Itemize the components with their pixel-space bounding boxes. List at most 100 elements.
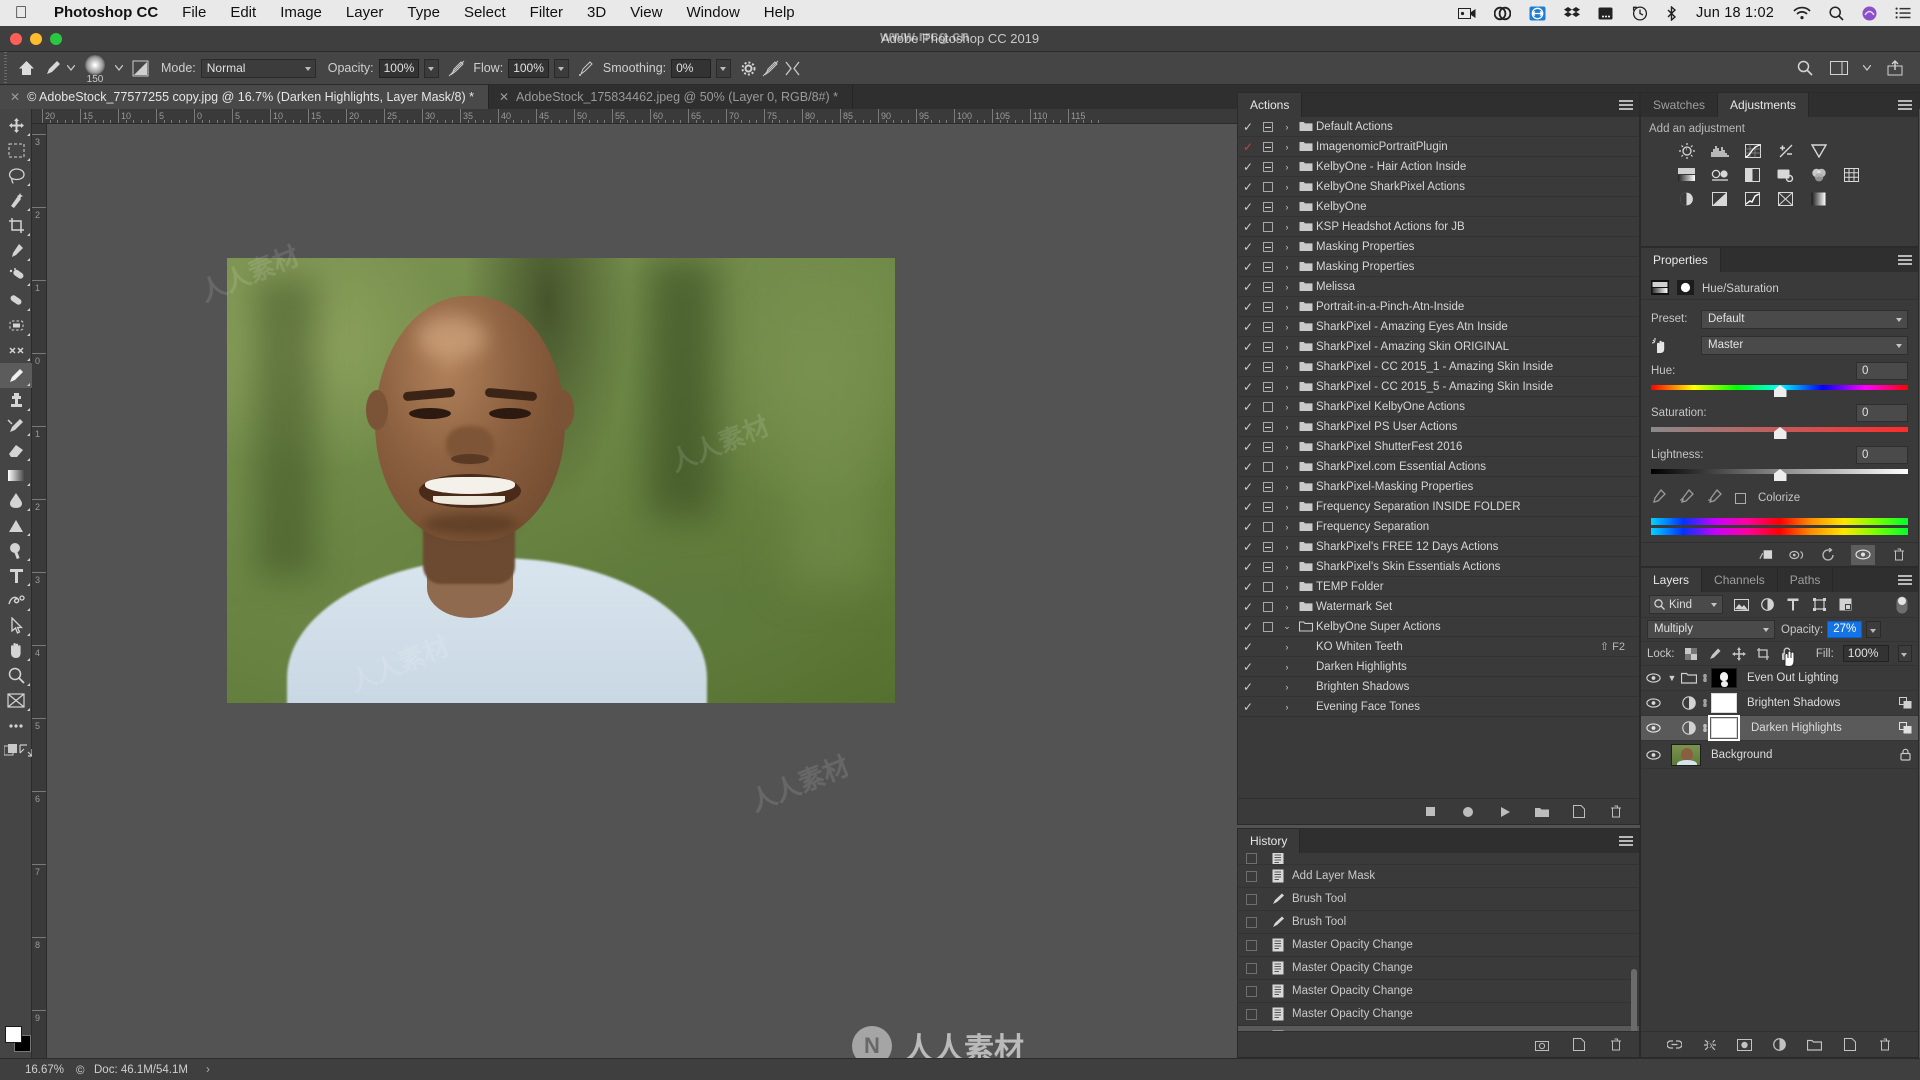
tab-layers[interactable]: Layers	[1641, 568, 1703, 592]
chevron-down-icon[interactable]: ⌄	[1278, 621, 1296, 632]
pressure-size-icon[interactable]	[759, 57, 781, 79]
close-tab-icon[interactable]: ✕	[499, 85, 509, 109]
view-previous-state-icon[interactable]	[1789, 547, 1804, 562]
layer-visibility-icon[interactable]	[1641, 723, 1665, 733]
action-dialog-toggle[interactable]	[1258, 421, 1278, 432]
lock-position-icon[interactable]	[1732, 646, 1747, 662]
levels-icon[interactable]	[1710, 143, 1729, 160]
action-dialog-toggle[interactable]	[1258, 441, 1278, 452]
patch-tool[interactable]	[0, 288, 32, 313]
edit-toolbar-icon[interactable]	[0, 713, 32, 738]
quick-mask-icon[interactable]	[4, 742, 19, 758]
layer-thumbnail[interactable]	[1671, 743, 1701, 766]
action-enable-checkbox[interactable]: ✓	[1238, 680, 1258, 694]
mode-select[interactable]: Normal	[200, 58, 316, 78]
search-icon[interactable]	[1794, 57, 1816, 79]
filter-type-icon[interactable]	[1785, 597, 1801, 613]
actions-row[interactable]: ✓ › Portrait-in-a-Pinch-Atn-Inside	[1238, 297, 1639, 317]
chevron-right-icon[interactable]: ›	[1278, 262, 1296, 272]
tab-actions[interactable]: Actions	[1238, 93, 1303, 117]
close-tab-icon[interactable]: ✕	[10, 85, 20, 109]
clone-source-tool[interactable]	[0, 338, 32, 363]
filter-kind-select[interactable]: Kind	[1649, 595, 1723, 614]
arrows-toggle-icon[interactable]	[1520, 0, 1555, 26]
layer-mask-icon[interactable]	[1677, 279, 1694, 298]
pressure-opacity-icon[interactable]	[445, 57, 467, 79]
action-dialog-toggle[interactable]	[1258, 301, 1278, 312]
new-fill-adjustment-icon[interactable]	[1772, 1037, 1788, 1053]
actions-row[interactable]: ✓ › Default Actions	[1238, 117, 1639, 137]
action-enable-checkbox[interactable]: ✓	[1238, 380, 1258, 394]
history-row[interactable]: Master Opacity Change	[1238, 934, 1639, 957]
action-enable-checkbox[interactable]: ✓	[1238, 440, 1258, 454]
menu-file[interactable]: File	[170, 0, 218, 26]
chevron-right-icon[interactable]: ›	[1278, 302, 1296, 312]
action-enable-checkbox[interactable]: ✓	[1238, 580, 1258, 594]
actions-row[interactable]: ✓ › SharkPixel - CC 2015_5 - Amazing Skin …	[1238, 377, 1639, 397]
action-dialog-toggle[interactable]	[1258, 541, 1278, 552]
new-set-icon[interactable]	[1534, 804, 1549, 819]
actions-row[interactable]: ✓ › SharkPixel - CC 2015_1 - Amazing Skin …	[1238, 357, 1639, 377]
action-dialog-toggle[interactable]	[1258, 501, 1278, 512]
move-tool[interactable]	[0, 113, 32, 138]
filter-shape-icon[interactable]	[1811, 597, 1827, 613]
layer-visibility-icon[interactable]	[1641, 749, 1665, 760]
exposure-icon[interactable]	[1776, 143, 1795, 160]
history-row[interactable]: Master Opacity Change	[1238, 1003, 1639, 1026]
history-row[interactable]: Master Opacity Change	[1238, 957, 1639, 980]
action-enable-checkbox[interactable]: ✓	[1238, 620, 1258, 634]
actions-row[interactable]: ✓ › TEMP Folder	[1238, 577, 1639, 597]
vertical-ruler[interactable]: 3 2 1 0 1 2 3 4 5 6 7 8 9	[32, 124, 47, 1058]
actions-row[interactable]: ✓ › SharkPixel - Amazing Eyes Atn Inside	[1238, 317, 1639, 337]
brush-size-chevron-down-icon[interactable]	[113, 57, 125, 79]
siri-icon[interactable]	[1853, 0, 1886, 26]
brush-preset-chevron-down-icon[interactable]	[65, 57, 77, 79]
group-expand-chevron-down-icon[interactable]: ▼	[1665, 673, 1679, 683]
toggle-visibility-icon[interactable]	[1851, 544, 1875, 565]
action-enable-checkbox[interactable]: ✓	[1238, 660, 1258, 674]
reset-icon[interactable]	[1820, 547, 1835, 562]
flow-input[interactable]: 100%	[508, 58, 549, 78]
filter-toggle-icon[interactable]	[1894, 596, 1910, 613]
chevron-right-icon[interactable]: ›	[1278, 322, 1296, 332]
lock-all-icon[interactable]	[1780, 646, 1795, 662]
actions-row[interactable]: ✓ › SharkPixel ShutterFest 2016	[1238, 437, 1639, 457]
lock-image-icon[interactable]	[1708, 646, 1723, 662]
eyedropper-tool[interactable]	[0, 238, 32, 263]
curves-icon[interactable]	[1743, 143, 1762, 160]
menu-help[interactable]: Help	[752, 0, 807, 26]
airbrush-icon[interactable]	[575, 57, 597, 79]
flow-control[interactable]: Flow: 100%	[467, 52, 575, 85]
actions-row[interactable]: ✓ › KelbyOne - Hair Action Inside	[1238, 157, 1639, 177]
mask-link-icon[interactable]	[1699, 722, 1711, 734]
gradient-tool[interactable]	[0, 463, 32, 488]
delete-icon[interactable]	[1608, 804, 1623, 819]
chevron-right-icon[interactable]: ›	[1278, 562, 1296, 572]
document-image[interactable]	[227, 258, 895, 703]
stop-icon[interactable]	[1423, 804, 1438, 819]
action-enable-checkbox[interactable]: ✓	[1238, 500, 1258, 514]
action-enable-checkbox[interactable]: ✓	[1238, 460, 1258, 474]
chevron-right-icon[interactable]: ›	[1278, 362, 1296, 372]
menu-image[interactable]: Image	[268, 0, 334, 26]
action-dialog-toggle[interactable]	[1258, 361, 1278, 372]
action-enable-checkbox[interactable]: ✓	[1238, 540, 1258, 554]
chevron-right-icon[interactable]: ›	[1278, 602, 1296, 612]
sharpen-tool[interactable]	[0, 538, 32, 563]
targeted-adjustment-icon[interactable]	[1651, 337, 1701, 354]
panel-menu-icon[interactable]	[1619, 100, 1633, 111]
filter-pixel-icon[interactable]	[1733, 597, 1749, 613]
layer-name[interactable]: Background	[1701, 749, 1892, 761]
eyedropper-add-icon[interactable]	[1679, 488, 1695, 509]
battery-icon[interactable]	[1589, 0, 1623, 26]
spotlight-search-icon[interactable]	[1820, 0, 1853, 26]
new-action-icon[interactable]	[1571, 804, 1586, 819]
actions-row[interactable]: ✓ › SharkPixel's Skin Essentials Actions	[1238, 557, 1639, 577]
menu-edit[interactable]: Edit	[218, 0, 268, 26]
chevron-right-icon[interactable]: ›	[1278, 642, 1296, 652]
foreground-color-swatch[interactable]	[5, 1026, 22, 1043]
tab-properties[interactable]: Properties	[1641, 248, 1721, 272]
layer-mask-thumbnail-active[interactable]	[1708, 715, 1740, 741]
actions-row[interactable]: ✓ › KelbyOne SharkPixel Actions	[1238, 177, 1639, 197]
action-enable-checkbox[interactable]: ✓	[1238, 320, 1258, 334]
